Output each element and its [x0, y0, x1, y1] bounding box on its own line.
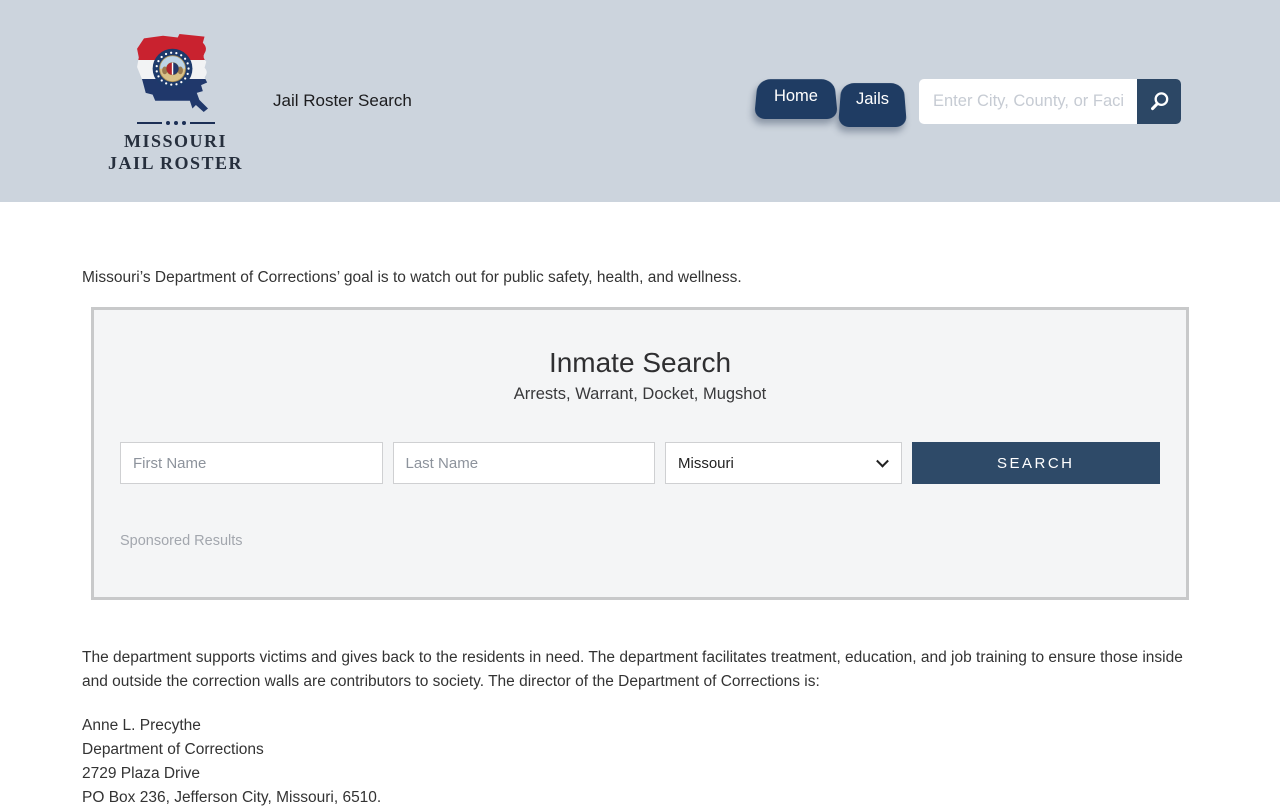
nav-tab-home-label: Home [774, 87, 818, 105]
facility-search-input[interactable] [919, 79, 1137, 124]
inmate-search-form: Missouri SEARCH [120, 442, 1160, 484]
inmate-search-title: Inmate Search [120, 348, 1160, 378]
address-line-director: Anne L. Precythe [82, 714, 1198, 738]
nav-tab-jails-label: Jails [856, 90, 889, 108]
department-description: The department supports victims and give… [82, 646, 1198, 694]
state-select[interactable]: Missouri [665, 442, 902, 484]
nav-tab-home[interactable]: Home [754, 75, 838, 119]
main-nav: Home Jails [754, 75, 907, 127]
first-name-input[interactable] [120, 442, 383, 484]
nav-tab-jails[interactable]: Jails [838, 78, 907, 127]
logo-wordmark-line1: MISSOURI [124, 130, 227, 152]
inmate-search-panel: Inmate Search Arrests, Warrant, Docket, … [91, 307, 1189, 600]
sponsored-results-label: Sponsored Results [120, 533, 1160, 549]
site-logo[interactable]: MISSOURI JAIL ROSTER [118, 28, 233, 174]
inmate-search-subtitle: Arrests, Warrant, Docket, Mugshot [120, 385, 1160, 404]
address-line-city: PO Box 236, Jefferson City, Missouri, 65… [82, 786, 1198, 810]
intro-text: Missouri’s Department of Corrections’ go… [82, 268, 1198, 287]
address-block: Anne L. Precythe Department of Correctio… [82, 714, 1198, 810]
logo-divider [137, 121, 215, 125]
facility-search-button[interactable] [1137, 79, 1181, 124]
search-icon [1148, 90, 1171, 113]
site-header: MISSOURI JAIL ROSTER Jail Roster Search … [0, 0, 1280, 202]
address-line-street: 2729 Plaza Drive [82, 762, 1198, 786]
logo-wordmark-line2: JAIL ROSTER [108, 152, 243, 174]
inmate-search-button[interactable]: SEARCH [912, 442, 1161, 484]
main-content: Missouri’s Department of Corrections’ go… [82, 268, 1198, 810]
address-line-department: Department of Corrections [82, 738, 1198, 762]
page-title: Jail Roster Search [273, 91, 412, 111]
missouri-state-flag-icon [124, 28, 228, 118]
last-name-input[interactable] [393, 442, 656, 484]
facility-search-bar [919, 79, 1181, 124]
state-select-wrapper: Missouri [665, 442, 902, 484]
